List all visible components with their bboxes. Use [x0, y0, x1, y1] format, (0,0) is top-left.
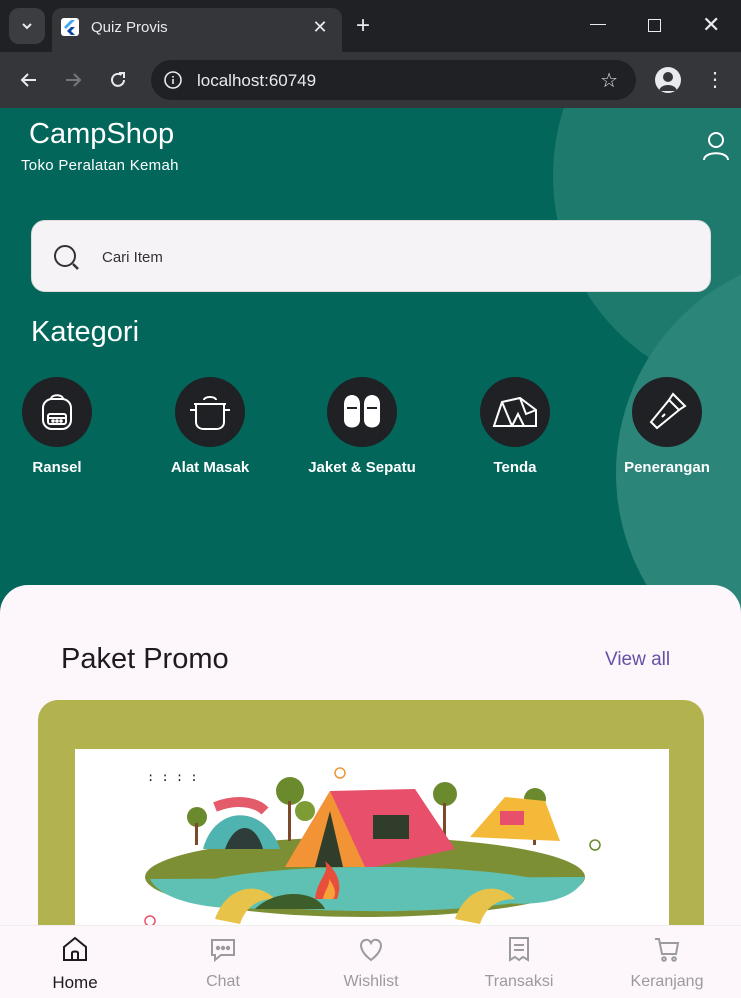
- arrow-right-icon: [66, 73, 82, 87]
- reload-icon: [111, 72, 125, 87]
- back-button[interactable]: [17, 68, 41, 92]
- category-icon-circle: [22, 377, 92, 447]
- nav-home[interactable]: Home: [15, 934, 135, 993]
- home-icon: [63, 936, 87, 961]
- category-item-penerangan[interactable]: Penerangan: [602, 377, 732, 476]
- category-label: Ransel: [32, 459, 82, 476]
- category-item-tenda[interactable]: Tenda: [450, 377, 580, 476]
- tab-search-button[interactable]: [9, 8, 45, 44]
- url-text: localhost:60749: [197, 71, 317, 90]
- search-icon: [54, 245, 79, 270]
- nav-keranjang[interactable]: Keranjang: [607, 934, 727, 991]
- app-tagline: Toko Peralatan Kemah: [21, 157, 179, 174]
- browser-toolbar: localhost:60749 ☆ ⋮: [0, 52, 741, 108]
- category-icon-circle: [327, 377, 397, 447]
- nav-label: Wishlist: [343, 973, 399, 990]
- category-label: Tenda: [493, 459, 537, 476]
- nav-label: Chat: [206, 973, 240, 990]
- svg-text:: : : :: : : : :: [147, 770, 198, 784]
- promo-section-title: Paket Promo: [61, 643, 229, 675]
- tab-close-icon[interactable]: ✕: [310, 17, 330, 37]
- receipt-icon: [509, 937, 529, 962]
- forward-button[interactable]: [61, 68, 85, 92]
- browser-menu-icon[interactable]: ⋮: [705, 68, 725, 92]
- nav-label: Transaksi: [484, 973, 554, 990]
- site-info-icon[interactable]: [163, 70, 183, 90]
- address-bar[interactable]: localhost:60749 ☆: [151, 60, 636, 100]
- maximize-button[interactable]: [648, 19, 661, 32]
- new-tab-button[interactable]: +: [356, 14, 370, 38]
- category-label: Jaket & Sepatu: [308, 459, 416, 476]
- category-icon-circle: [632, 377, 702, 447]
- bottom-navigation: Home Chat Wishlist Transaksi Keranjang: [0, 925, 741, 998]
- flashlight-icon: [649, 392, 687, 430]
- nav-label: Keranjang: [630, 973, 704, 990]
- tab-title: Quiz Provis: [91, 19, 168, 36]
- app-screen: CampShop Toko Peralatan Kemah Kategori: [0, 108, 741, 998]
- minimize-button[interactable]: [590, 24, 606, 25]
- person-icon: [659, 72, 677, 91]
- category-item-alat-masak[interactable]: Alat Masak: [145, 377, 275, 476]
- slippers-icon: [344, 395, 380, 428]
- flutter-icon: [61, 18, 79, 36]
- category-section-title: Kategori: [31, 316, 140, 348]
- nav-wishlist[interactable]: Wishlist: [311, 934, 431, 991]
- cart-icon: [655, 938, 680, 962]
- browser-window: Quiz Provis ✕ + ✕ localhost:60749 ☆ ⋮ Ca…: [0, 0, 741, 998]
- category-icon-circle: [480, 377, 550, 447]
- app-title: CampShop: [29, 118, 175, 150]
- user-profile-icon[interactable]: [700, 130, 732, 162]
- heart-icon: [360, 938, 382, 962]
- category-item-jaket-sepatu[interactable]: Jaket & Sepatu: [297, 377, 427, 476]
- tent-icon: [492, 396, 537, 427]
- nav-chat[interactable]: Chat: [163, 934, 283, 991]
- bookmark-star-icon[interactable]: ☆: [600, 68, 618, 93]
- search-bar[interactable]: [31, 220, 711, 292]
- tab-strip: Quiz Provis ✕ + ✕: [0, 0, 741, 52]
- category-icon-circle: [175, 377, 245, 447]
- nav-label: Home: [52, 973, 98, 992]
- search-input[interactable]: [102, 245, 662, 269]
- pot-icon: [190, 396, 230, 430]
- close-window-button[interactable]: ✕: [702, 14, 720, 36]
- category-label: Alat Masak: [170, 459, 250, 476]
- reload-button[interactable]: [106, 68, 130, 92]
- arrow-left-icon: [20, 73, 36, 87]
- view-all-link[interactable]: View all: [605, 649, 670, 671]
- nav-transaksi[interactable]: Transaksi: [459, 934, 579, 991]
- browser-tab[interactable]: Quiz Provis ✕: [52, 8, 342, 52]
- backpack-icon: [42, 394, 72, 430]
- chevron-down-icon: [22, 23, 32, 30]
- category-label: Penerangan: [624, 459, 710, 476]
- chat-icon: [211, 939, 235, 963]
- browser-profile-icon[interactable]: [655, 67, 681, 93]
- category-item-ransel[interactable]: Ransel: [0, 377, 122, 476]
